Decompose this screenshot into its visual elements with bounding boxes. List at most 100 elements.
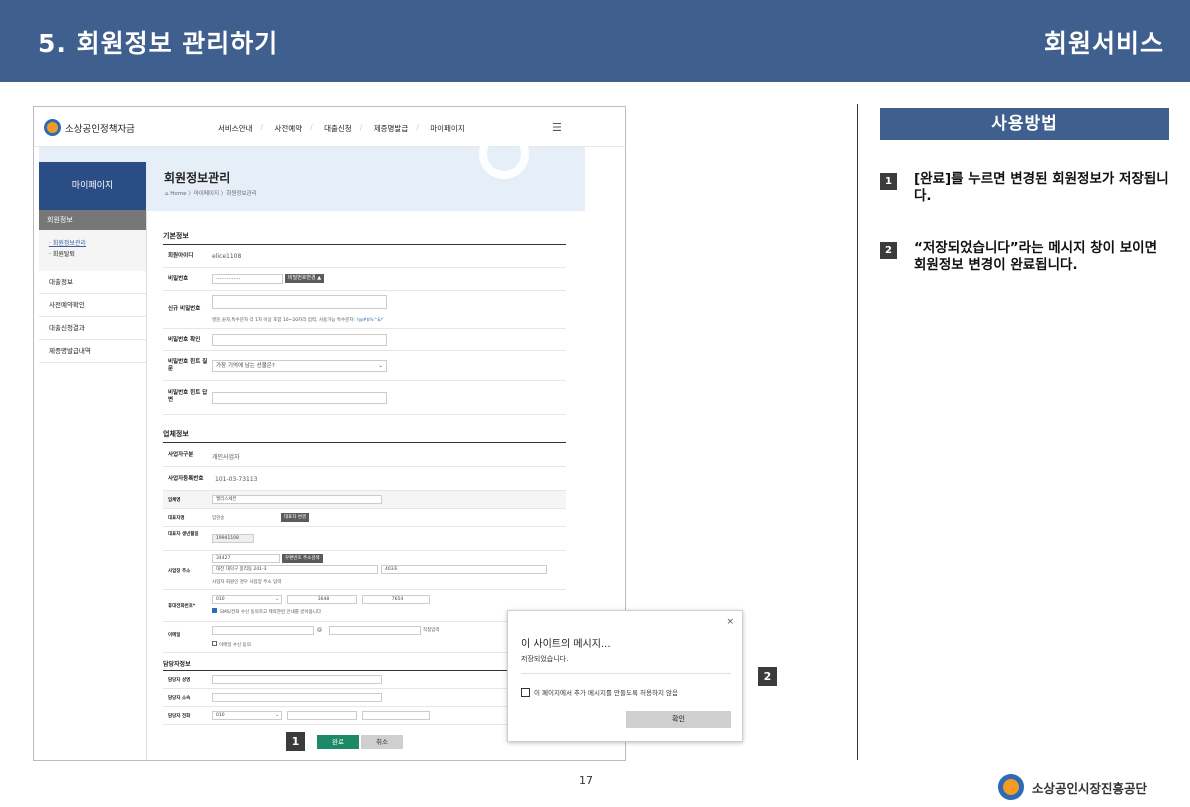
- newpw-hint-text: 영문,숫자,특수문자 각 1자 이상 포함 10~20자리 입력, 사용가능 특…: [212, 318, 355, 323]
- vertical-divider: [857, 104, 858, 760]
- close-icon[interactable]: ×: [726, 617, 734, 627]
- side-item-loan-info[interactable]: 대출정보: [39, 271, 146, 294]
- dialog-suppress-checkbox[interactable]: 이 페이지에서 추가 메시지를 만들도록 허용하지 않음: [521, 687, 678, 697]
- address1-input[interactable]: 대전 대덕구 중리동 241-3: [212, 565, 378, 574]
- slide-section: 회원서비스: [1043, 29, 1164, 58]
- change-pw-button[interactable]: 비밀번호변경 ▲: [285, 274, 325, 283]
- row-hinta: 비밀번호 힌트 답변: [163, 381, 566, 415]
- menu-item-reservation[interactable]: 사전예약: [261, 123, 314, 134]
- side-item-loan-result[interactable]: 대출신청결과: [39, 317, 146, 340]
- marker-1-inner: 1: [286, 732, 305, 751]
- side-title: 마이페이지: [39, 162, 146, 210]
- checkbox-checked-icon: [212, 608, 217, 613]
- row-ceo: 대표자명 임현승 대표자 변경: [163, 509, 566, 527]
- phone1-value: 010: [216, 597, 225, 602]
- side-section-member[interactable]: 회원정보: [39, 210, 146, 230]
- marker-2: 2: [758, 667, 777, 686]
- ceo-label: 대표자명: [168, 516, 185, 521]
- bizname-label: 업체명: [168, 498, 181, 503]
- basic-heading: 기본정보: [163, 232, 189, 240]
- email-domain-input[interactable]: [329, 626, 421, 635]
- menu-item-mypage[interactable]: 마이페이지: [416, 123, 476, 134]
- menu-item-service[interactable]: 서비스안내: [207, 123, 264, 134]
- regno-label: 사업자등록번호: [168, 476, 204, 482]
- row-hintq: 비밀번호 힌트 질문 가장 기억에 남는 선물은? ⌄: [163, 351, 566, 381]
- complete-button[interactable]: 완료: [317, 735, 359, 749]
- email-at: @: [317, 627, 322, 633]
- step-number: 2: [880, 242, 897, 259]
- regno-value: 101-03-73113: [215, 476, 258, 483]
- hamburger-icon[interactable]: ☰: [552, 121, 562, 134]
- phone1-select[interactable]: 010 ⌄: [212, 595, 282, 604]
- breadcrumb: ⌂ Home 〉마이페이지 〉회원정보관리: [165, 191, 257, 197]
- row-regno: 사업자등록번호 101-03-73113: [163, 467, 566, 491]
- side-item-cert-history[interactable]: 제증명발급내역: [39, 340, 146, 363]
- mgr-dept-input[interactable]: [212, 693, 382, 702]
- zip-search-button[interactable]: 우편번호 주소검색: [282, 554, 323, 563]
- mgr-phone1-select[interactable]: 010 ⌄: [212, 711, 282, 720]
- email-label: 이메일: [168, 633, 181, 638]
- bizname-input[interactable]: 엘리스세븐: [212, 495, 382, 504]
- side-item-reservation-check[interactable]: 사전예약확인: [39, 294, 146, 317]
- usage-heading: 사용방법: [880, 108, 1169, 140]
- email-id-input[interactable]: [212, 626, 314, 635]
- mgr-name-input[interactable]: [212, 675, 382, 684]
- hinta-input[interactable]: [212, 392, 387, 404]
- row-phone: 휴대전화번호* 010 ⌄ 3648 7654 SMS/전화 수신 동의하고 제약…: [163, 590, 566, 622]
- org-logo-icon: [998, 774, 1024, 800]
- pwc-input[interactable]: [212, 334, 387, 346]
- id-value: elice1108: [212, 253, 242, 260]
- change-ceo-button[interactable]: 대표자 변경: [281, 513, 310, 522]
- mgr-phone-label: 담당자 전화: [168, 714, 191, 719]
- side-sub-withdraw[interactable]: · 회원탈퇴: [49, 249, 146, 260]
- chevron-down-icon: ⌄: [378, 363, 383, 369]
- mgr-name-label: 담당자 성명: [168, 678, 191, 683]
- phone2-input[interactable]: 3648: [287, 595, 357, 604]
- mgr-phone2-input[interactable]: [287, 711, 357, 720]
- step-text: [완료]를 누르면 변경된 회원정보가 저장됩니다.: [914, 171, 1169, 204]
- ceo-value: 임현승: [212, 516, 225, 521]
- site-logo[interactable]: 소상공인정책자금: [44, 119, 135, 136]
- address-note: 사업자 회원인 경우 사업장 주소 입력: [212, 580, 282, 585]
- step-number: 1: [880, 173, 897, 190]
- address2-input[interactable]: 403호: [381, 565, 547, 574]
- hintq-value: 가장 기억에 남는 선물은?: [216, 363, 275, 369]
- email-agree-text: 이메일 수신 동의: [219, 643, 251, 648]
- newpw-input[interactable]: [212, 295, 387, 309]
- phone3-input[interactable]: 7654: [362, 595, 430, 604]
- dialog-checkbox-label: 이 페이지에서 추가 메시지를 만들도록 허용하지 않음: [534, 689, 678, 697]
- step-text: “저장되었습니다”라는 메시지 창이 보이면 회원정보 변경이 완료됩니다.: [914, 240, 1157, 273]
- row-mgr-phone: 담당자 전화 010 ⌄: [163, 707, 566, 725]
- side-sub-member-info[interactable]: · 회원정보관리: [49, 238, 146, 249]
- dialog-divider: [521, 673, 731, 674]
- usage-step-1: 1 [완료]를 누르면 변경된 회원정보가 저장됩니다.: [880, 171, 1172, 205]
- row-pw: 비밀번호 ·············· 비밀번호변경 ▲: [163, 268, 566, 291]
- menu-item-loan[interactable]: 대출신청: [310, 123, 363, 134]
- hintq-select[interactable]: 가장 기억에 남는 선물은? ⌄: [212, 360, 387, 372]
- phone-label: 휴대전화번호*: [168, 604, 196, 609]
- birth-label: 대표자 생년월일: [168, 532, 199, 537]
- row-mgr-name: 담당자 성명: [163, 671, 566, 689]
- menu-item-certificate[interactable]: 제증명발급: [360, 123, 420, 134]
- cancel-button[interactable]: 취소: [361, 735, 403, 749]
- sms-agree[interactable]: SMS/전화 수신 동의하고 제약관련 안내를 받아봅니다: [212, 608, 321, 615]
- side-list: 대출정보 사전예약확인 대출신청결과 제증명발급내역: [39, 271, 146, 363]
- dialog-title: 이 사이트의 메시지...: [521, 639, 611, 650]
- site-nav: 소상공인정책자금 서비스안내 사전예약 대출신청 제증명발급 마이페이지 ☰: [34, 107, 625, 147]
- logo-icon: [44, 119, 61, 136]
- decor-circle: [479, 129, 529, 179]
- dialog-ok-button[interactable]: 확인: [626, 711, 731, 728]
- org-name: 소상공인시장진흥공단: [1032, 780, 1148, 796]
- sms-agree-text: SMS/전화 수신 동의하고 제약관련 안내를 받아봅니다: [220, 610, 322, 615]
- email-agree[interactable]: 이메일 수신 동의: [212, 641, 251, 648]
- slide-header: 5. 회원정보 관리하기 회원서비스: [0, 0, 1190, 82]
- zip-input[interactable]: 34427: [212, 554, 280, 563]
- email-direct-select[interactable]: 직접입력: [423, 627, 440, 633]
- row-bizname: 업체명 엘리스세븐: [163, 491, 566, 509]
- side-divider: [146, 210, 147, 760]
- newpw-label: 신규 비밀번호: [168, 306, 201, 312]
- biz-heading: 업체정보: [163, 430, 189, 438]
- newpw-hint: 영문,숫자,특수문자 각 1자 이상 포함 10~20자리 입력, 사용가능 특…: [212, 317, 383, 323]
- mgr-phone3-input[interactable]: [362, 711, 430, 720]
- pw-input[interactable]: ··············: [212, 274, 283, 284]
